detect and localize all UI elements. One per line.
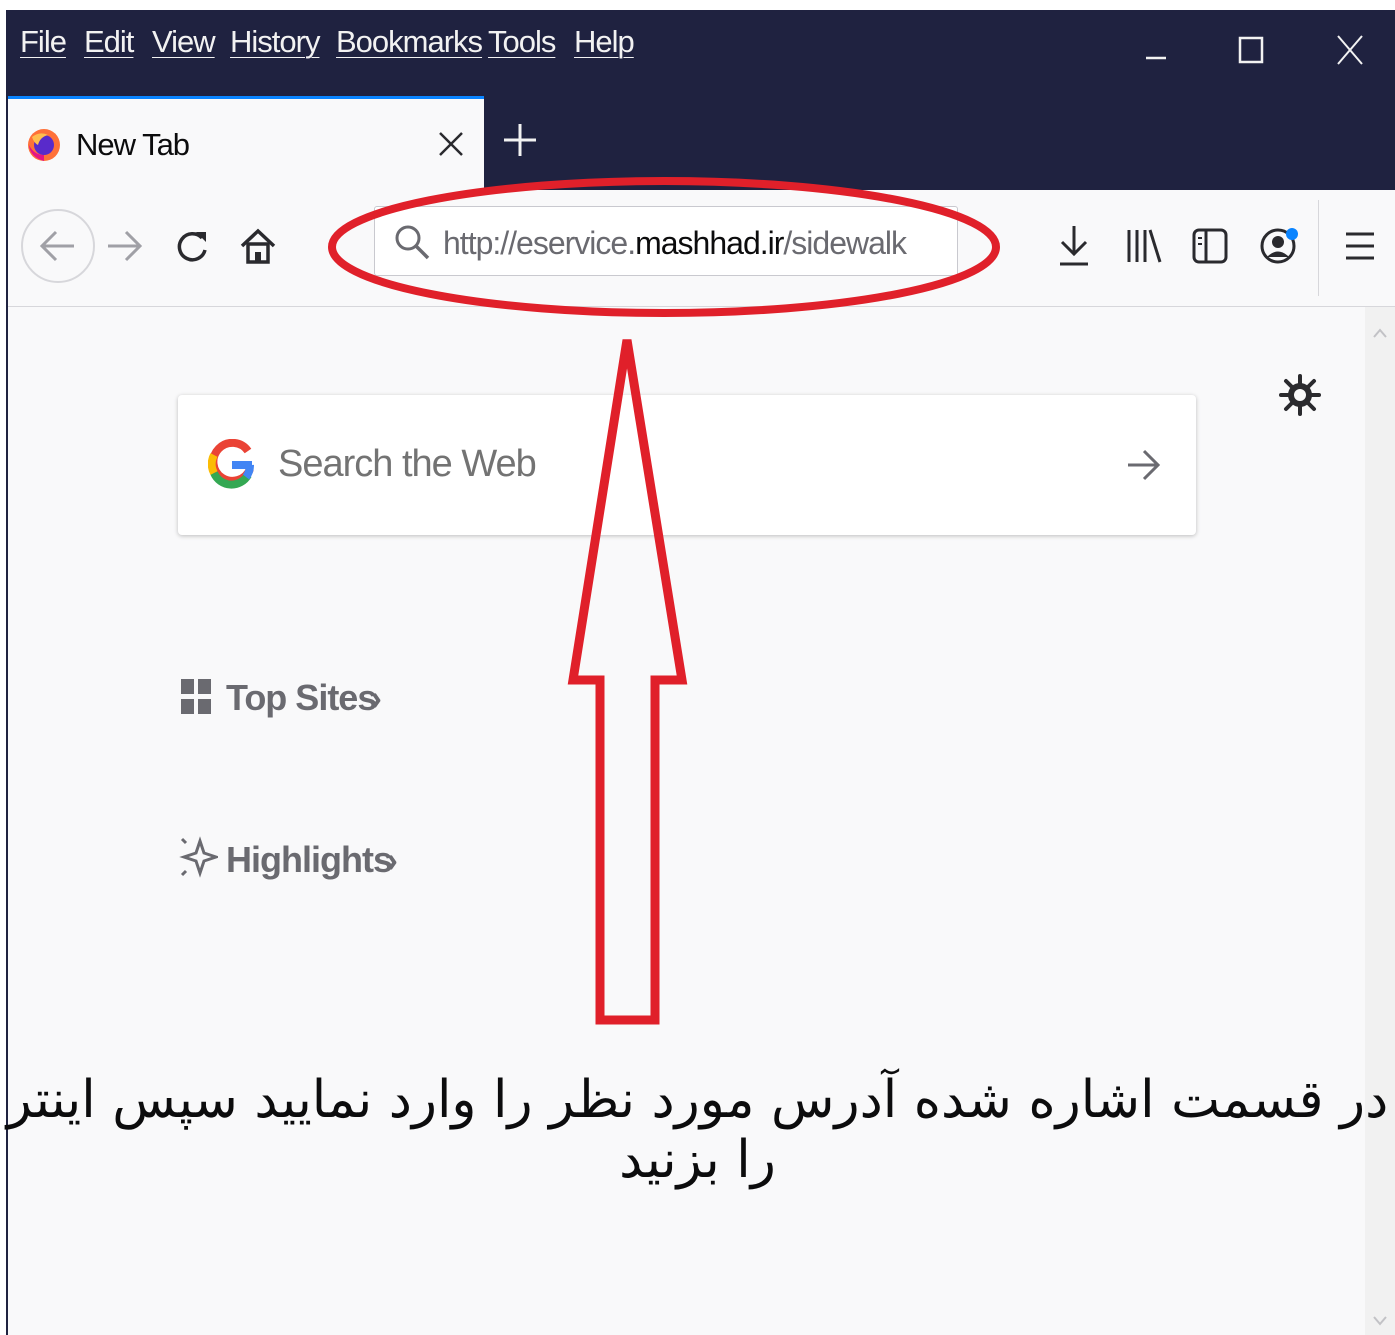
instruction-text: در قسمت اشاره شده آدرس مورد نظر را وارد … xyxy=(6,1070,1389,1190)
highlight-ellipse xyxy=(328,177,1000,317)
pointer-arrow xyxy=(567,339,688,1025)
